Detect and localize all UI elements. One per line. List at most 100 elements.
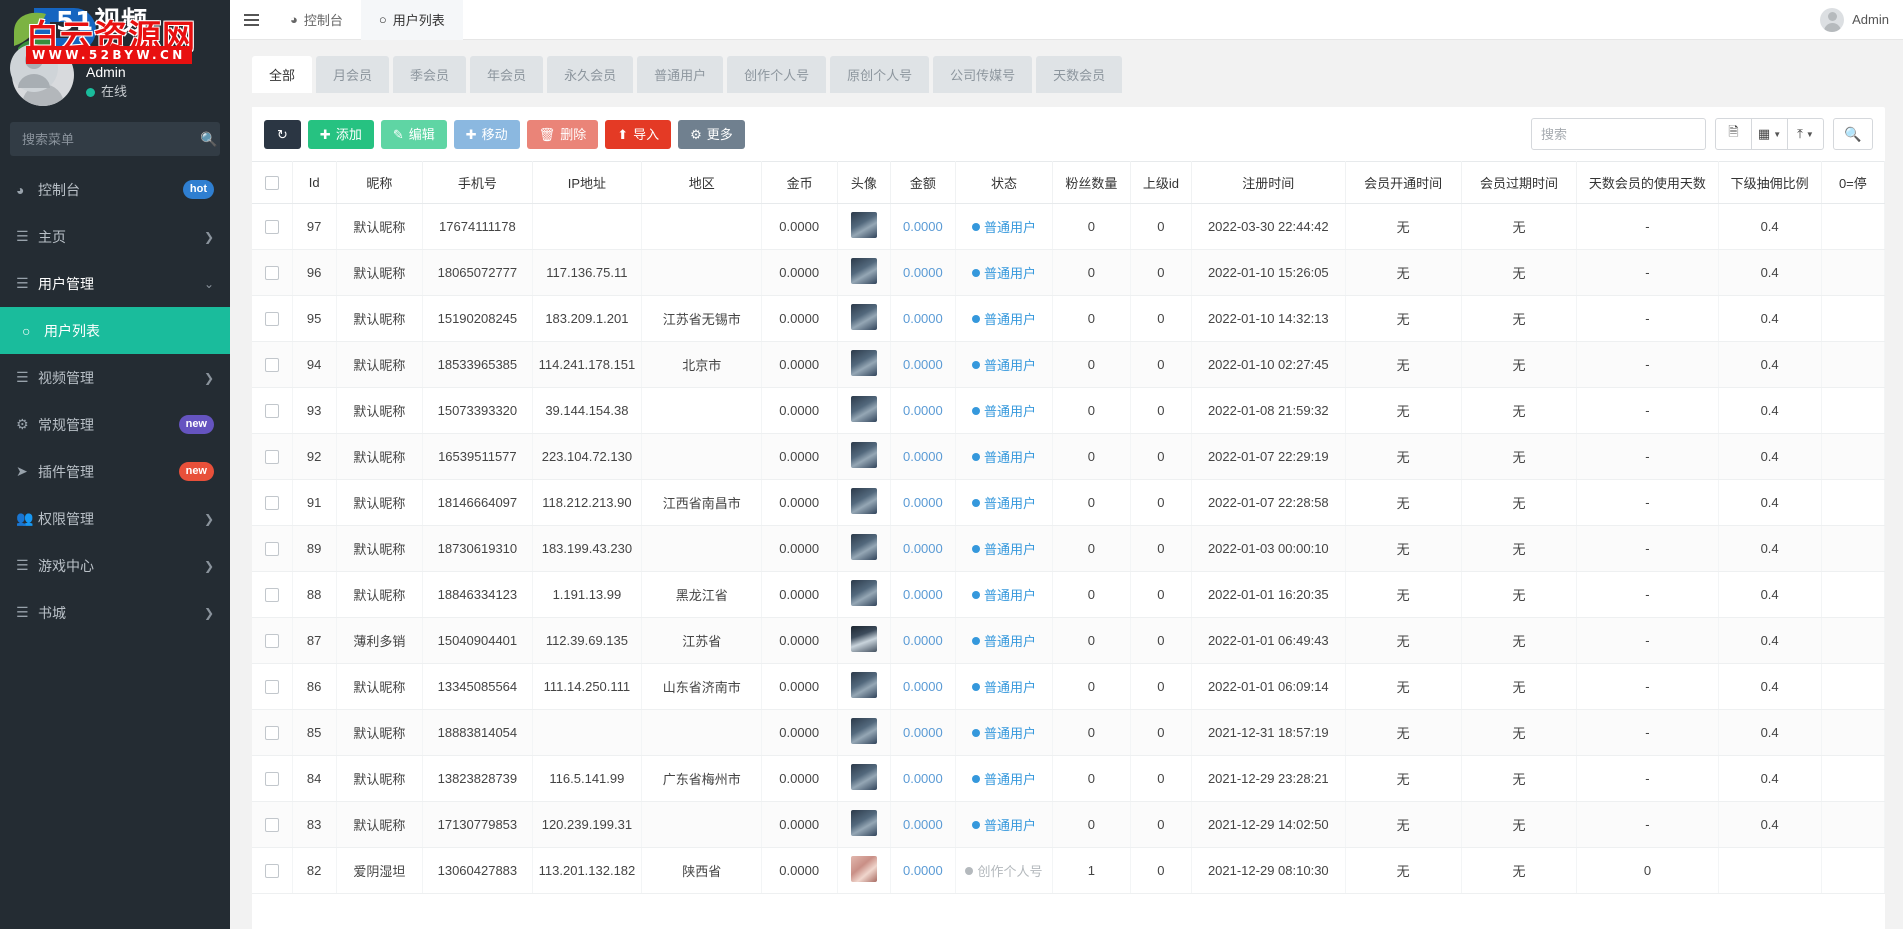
row-checkbox[interactable] — [264, 266, 279, 281]
filter-tab-days-member[interactable]: 天数会员 — [1036, 56, 1123, 93]
cell-amount[interactable]: 0.0000 — [890, 663, 957, 710]
edit-button[interactable]: ✎ 编辑 — [380, 119, 447, 149]
row-checkbox[interactable] — [264, 496, 279, 511]
amount-link[interactable]: 0.0000 — [903, 265, 943, 280]
row-checkbox-cell[interactable] — [252, 755, 293, 802]
tab-dashboard[interactable]: ◕ 控制台 — [272, 0, 361, 40]
table-row[interactable]: 86 默认昵称 13345085564 111.14.250.111 山东省济南市 0.0… — [252, 663, 1885, 710]
table-scroll-area[interactable]: Id 昵称 手机号 IP地址 地区 金币 头像 金额 状态 粉丝数量 上级id — [252, 161, 1885, 929]
sidebar-item-general-management[interactable]: ⚙ 常规管理 new — [0, 401, 230, 448]
table-row[interactable]: 96 默认昵称 18065072777 117.136.75.11 0.0000 0.00… — [252, 249, 1885, 296]
cell-amount[interactable]: 0.0000 — [890, 387, 957, 434]
filter-tab-month[interactable]: 月会员 — [316, 56, 390, 93]
row-checkbox-cell[interactable] — [252, 617, 293, 664]
topbar-user[interactable]: Admin — [1820, 7, 1903, 32]
cell-amount[interactable]: 0.0000 — [890, 755, 957, 802]
row-checkbox-cell[interactable] — [252, 341, 293, 388]
filter-tab-original-personal[interactable]: 原创个人号 — [830, 56, 930, 93]
table-row[interactable]: 94 默认昵称 18533965385 114.241.178.151 北京市 0.000… — [252, 341, 1885, 388]
th-nickname[interactable]: 昵称 — [336, 161, 424, 204]
th-fans[interactable]: 粉丝数量 — [1052, 161, 1131, 204]
table-row[interactable]: 95 默认昵称 15190208245 183.209.1.201 江苏省无锡市 0.00… — [252, 295, 1885, 342]
cell-amount[interactable]: 0.0000 — [890, 249, 957, 296]
filter-tab-permanent[interactable]: 永久会员 — [547, 56, 634, 93]
amount-link[interactable]: 0.0000 — [903, 817, 943, 832]
sidebar-item-game-center[interactable]: ☰ 游戏中心 ❯ — [0, 542, 230, 589]
amount-link[interactable]: 0.0000 — [903, 311, 943, 326]
row-checkbox[interactable] — [264, 312, 279, 327]
add-button[interactable]: ✚ 添加 — [307, 119, 374, 149]
select-all-checkbox[interactable] — [264, 176, 279, 191]
filter-tab-creator-personal[interactable]: 创作个人号 — [727, 56, 827, 93]
export-icon[interactable]: ⤒ ▼ — [1787, 118, 1824, 150]
cell-amount[interactable]: 0.0000 — [890, 847, 957, 894]
row-checkbox-cell[interactable] — [252, 663, 293, 710]
sidebar-item-plugin-management[interactable]: ➤ 插件管理 new — [0, 448, 230, 495]
amount-link[interactable]: 0.0000 — [903, 449, 943, 464]
row-checkbox-cell[interactable] — [252, 203, 293, 250]
amount-link[interactable]: 0.0000 — [903, 357, 943, 372]
th-reg-time[interactable]: 注册时间 — [1191, 161, 1346, 204]
amount-link[interactable]: 0.0000 — [903, 403, 943, 418]
grid-view-icon[interactable]: ▦ ▼ — [1751, 118, 1788, 150]
sidebar-item-permission-management[interactable]: 👥 权限管理 ❯ — [0, 495, 230, 542]
cell-amount[interactable]: 0.0000 — [890, 617, 957, 664]
row-checkbox[interactable] — [264, 542, 279, 557]
sidebar-item-bookstore[interactable]: ☰ 书城 ❯ — [0, 589, 230, 636]
th-vip-open-time[interactable]: 会员开通时间 — [1345, 161, 1462, 204]
table-row[interactable]: 91 默认昵称 18146664097 118.212.213.90 江西省南昌市 0.0… — [252, 479, 1885, 526]
row-checkbox[interactable] — [264, 404, 279, 419]
cell-amount[interactable]: 0.0000 — [890, 433, 957, 480]
cell-amount[interactable]: 0.0000 — [890, 571, 957, 618]
cell-amount[interactable]: 0.0000 — [890, 709, 957, 756]
row-checkbox-cell[interactable] — [252, 709, 293, 756]
table-row[interactable]: 83 默认昵称 17130779853 120.239.199.31 0.0000 0.0… — [252, 801, 1885, 848]
cell-amount[interactable]: 0.0000 — [890, 801, 957, 848]
amount-link[interactable]: 0.0000 — [903, 771, 943, 786]
th-status[interactable]: 状态 — [955, 161, 1053, 204]
th-select-all[interactable] — [252, 161, 293, 204]
sidebar-search[interactable]: 🔍 — [10, 122, 220, 156]
amount-link[interactable]: 0.0000 — [903, 219, 943, 234]
row-checkbox[interactable] — [264, 772, 279, 787]
row-checkbox[interactable] — [264, 818, 279, 833]
th-region[interactable]: 地区 — [641, 161, 763, 204]
row-checkbox-cell[interactable] — [252, 525, 293, 572]
table-row[interactable]: 93 默认昵称 15073393320 39.144.154.38 0.0000 0.00… — [252, 387, 1885, 434]
search-submit-button[interactable]: 🔍 — [1833, 118, 1873, 150]
row-checkbox-cell[interactable] — [252, 801, 293, 848]
table-row[interactable]: 97 默认昵称 17674111178 0.0000 0.0000 普通用户 0 0 2022-… — [252, 203, 1885, 250]
filter-tab-quarter[interactable]: 季会员 — [393, 56, 467, 93]
table-row[interactable]: 85 默认昵称 18883814054 0.0000 0.0000 普通用户 0 0 2021-… — [252, 709, 1885, 756]
row-checkbox[interactable] — [264, 864, 279, 879]
row-checkbox[interactable] — [264, 726, 279, 741]
menu-search-input[interactable] — [20, 130, 200, 148]
more-button[interactable]: ⚙ 更多 — [678, 119, 745, 149]
import-button[interactable]: ⬆ 导入 — [605, 119, 672, 149]
th-phone[interactable]: 手机号 — [422, 161, 533, 204]
amount-link[interactable]: 0.0000 — [903, 495, 943, 510]
row-checkbox-cell[interactable] — [252, 847, 293, 894]
amount-link[interactable]: 0.0000 — [903, 725, 943, 740]
th-extra[interactable]: 0=停 — [1821, 161, 1885, 204]
sidebar-item-video-management[interactable]: ☰ 视频管理 ❯ — [0, 354, 230, 401]
th-amount[interactable]: 金额 — [890, 161, 957, 204]
table-row[interactable]: 82 爱阴湿坦 13060427883 113.201.132.182 陕西省 0.000… — [252, 847, 1885, 894]
table-row[interactable]: 88 默认昵称 18846334123 1.191.13.99 黑龙江省 0.0000 0.… — [252, 571, 1885, 618]
sidebar-item-home[interactable]: ☰ 主页 ❯ — [0, 213, 230, 260]
refresh-button[interactable]: ↻ — [264, 119, 301, 149]
list-view-icon[interactable]: 🗎 — [1715, 118, 1752, 150]
row-checkbox[interactable] — [264, 680, 279, 695]
delete-button[interactable]: 🗑 删除 — [526, 119, 599, 149]
th-coin[interactable]: 金币 — [761, 161, 839, 204]
row-checkbox[interactable] — [264, 358, 279, 373]
filter-tab-year[interactable]: 年会员 — [470, 56, 544, 93]
amount-link[interactable]: 0.0000 — [903, 633, 943, 648]
sidebar-item-user-management[interactable]: ☰ 用户管理 ⌄ — [0, 260, 230, 307]
th-parent-id[interactable]: 上级id — [1130, 161, 1192, 204]
table-row[interactable]: 89 默认昵称 18730619310 183.199.43.230 0.0000 0.0… — [252, 525, 1885, 572]
cell-amount[interactable]: 0.0000 — [890, 295, 957, 342]
th-commission[interactable]: 下级抽佣比例 — [1718, 161, 1822, 204]
row-checkbox[interactable] — [264, 634, 279, 649]
th-id[interactable]: Id — [292, 161, 337, 204]
